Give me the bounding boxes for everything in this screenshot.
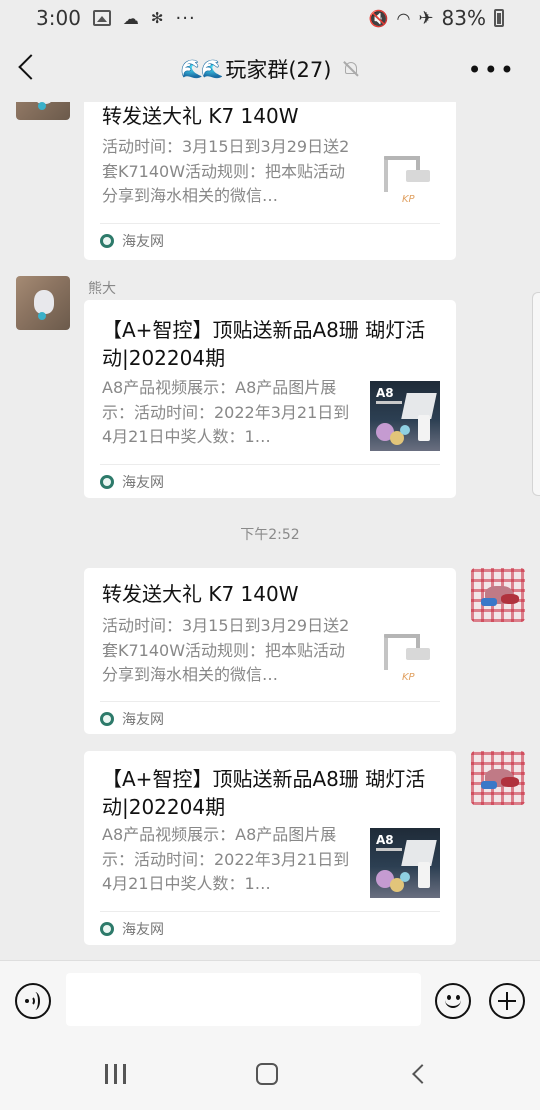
card-divider xyxy=(100,223,440,224)
battery-percent: 83% xyxy=(441,6,486,30)
card-divider xyxy=(100,701,440,702)
source-logo-icon xyxy=(100,475,114,489)
chat-header: 🌊🌊 玩家群(27) ••• xyxy=(0,36,540,102)
card-thumbnail: A8 xyxy=(370,828,440,898)
status-time: 3:00 xyxy=(36,6,81,30)
avatar[interactable] xyxy=(16,276,70,330)
card-description: A8产品视频展示：A8产品图片展示：活动时间：2022年3月21日到4月21日中… xyxy=(102,378,350,446)
card-source: 海友网 xyxy=(100,472,164,492)
airplane-icon: ✈ xyxy=(418,7,434,29)
card-source: 海友网 xyxy=(100,231,164,251)
card-description: 活动时间：3月15日到3月29日送2套K7140W活动规则：把本贴活动分享到海水… xyxy=(102,616,350,684)
plus-icon[interactable] xyxy=(489,983,525,1019)
card-title: 转发送大礼 K7 140W xyxy=(102,104,299,128)
source-name: 海友网 xyxy=(122,712,164,728)
back-icon[interactable] xyxy=(412,1064,432,1084)
card-description: A8产品视频展示：A8产品图片展示：活动时间：2022年3月21日到4月21日中… xyxy=(102,825,350,893)
card-divider xyxy=(100,911,440,912)
wave-emoji: 🌊🌊 xyxy=(180,58,224,80)
thumb-logo: KP xyxy=(402,672,415,683)
chat-area[interactable]: 转发送大礼 K7 140W 活动时间：3月15日到3月29日送2套K7140W活… xyxy=(0,102,540,960)
muted-bell-icon xyxy=(343,61,359,77)
card-title: 【A+智控】顶贴送新品A8珊 瑚灯活动|202204期 xyxy=(102,767,426,819)
recents-icon[interactable] xyxy=(105,1064,129,1084)
source-name: 海友网 xyxy=(122,922,164,938)
card-source: 海友网 xyxy=(100,709,164,729)
input-bar xyxy=(0,960,540,1038)
status-left: 3:00 ☁ ✻ ··· xyxy=(36,6,196,30)
system-nav-bar xyxy=(0,1038,540,1110)
card-description: 活动时间：3月15日到3月29日送2套K7140W活动规则：把本贴活动分享到海水… xyxy=(102,137,350,205)
card-divider xyxy=(100,464,440,465)
link-card[interactable]: 转发送大礼 K7 140W 活动时间：3月15日到3月29日送2套K7140W活… xyxy=(84,568,456,734)
more-options-icon[interactable]: ••• xyxy=(468,56,516,84)
thumb-logo: A8 xyxy=(376,833,394,847)
wifi-icon: ◠ xyxy=(396,8,411,28)
thumb-logo: A8 xyxy=(376,386,394,400)
card-thumbnail: KP xyxy=(370,626,440,696)
source-logo-icon xyxy=(100,922,114,936)
source-name: 海友网 xyxy=(122,475,164,491)
thumb-logo: KP xyxy=(402,194,415,205)
card-source: 海友网 xyxy=(100,919,164,939)
link-card[interactable]: 转发送大礼 K7 140W 活动时间：3月15日到3月29日送2套K7140W活… xyxy=(84,102,456,260)
avatar[interactable] xyxy=(16,102,70,120)
message-timestamp: 下午2:52 xyxy=(240,527,300,543)
home-icon[interactable] xyxy=(256,1063,278,1085)
cloud-icon: ☁ xyxy=(122,8,139,28)
source-logo-icon xyxy=(100,712,114,726)
battery-icon xyxy=(494,9,504,27)
card-thumbnail: KP xyxy=(370,148,440,218)
status-right: 🔇 ◠ ✈ 83% xyxy=(369,6,504,30)
chat-title: 🌊🌊 玩家群(27) xyxy=(181,54,360,84)
link-card[interactable]: 【A+智控】顶贴送新品A8珊 瑚灯活动|202204期 A8产品视频展示：A8产… xyxy=(84,300,456,498)
status-bar: 3:00 ☁ ✻ ··· 🔇 ◠ ✈ 83% xyxy=(0,0,540,36)
scroll-handle[interactable] xyxy=(532,292,540,496)
status-more: ··· xyxy=(175,7,196,29)
voice-icon[interactable] xyxy=(15,983,51,1019)
message-input[interactable] xyxy=(66,973,421,1026)
emoji-icon[interactable] xyxy=(435,983,471,1019)
bluetooth-icon: ✻ xyxy=(150,9,164,27)
card-title: 转发送大礼 K7 140W xyxy=(102,582,299,606)
avatar[interactable] xyxy=(471,568,525,622)
source-name: 海友网 xyxy=(122,234,164,250)
photo-icon xyxy=(92,10,111,26)
back-icon[interactable] xyxy=(18,54,44,80)
link-card[interactable]: 【A+智控】顶贴送新品A8珊 瑚灯活动|202204期 A8产品视频展示：A8产… xyxy=(84,751,456,945)
sender-name: 熊大 xyxy=(88,281,116,297)
avatar[interactable] xyxy=(471,751,525,805)
card-thumbnail: A8 xyxy=(370,381,440,451)
card-title: 【A+智控】顶贴送新品A8珊 瑚灯活动|202204期 xyxy=(102,318,426,370)
source-logo-icon xyxy=(100,234,114,248)
mute-icon: 🔇 xyxy=(368,8,389,28)
group-name: 玩家群(27) xyxy=(225,58,332,82)
